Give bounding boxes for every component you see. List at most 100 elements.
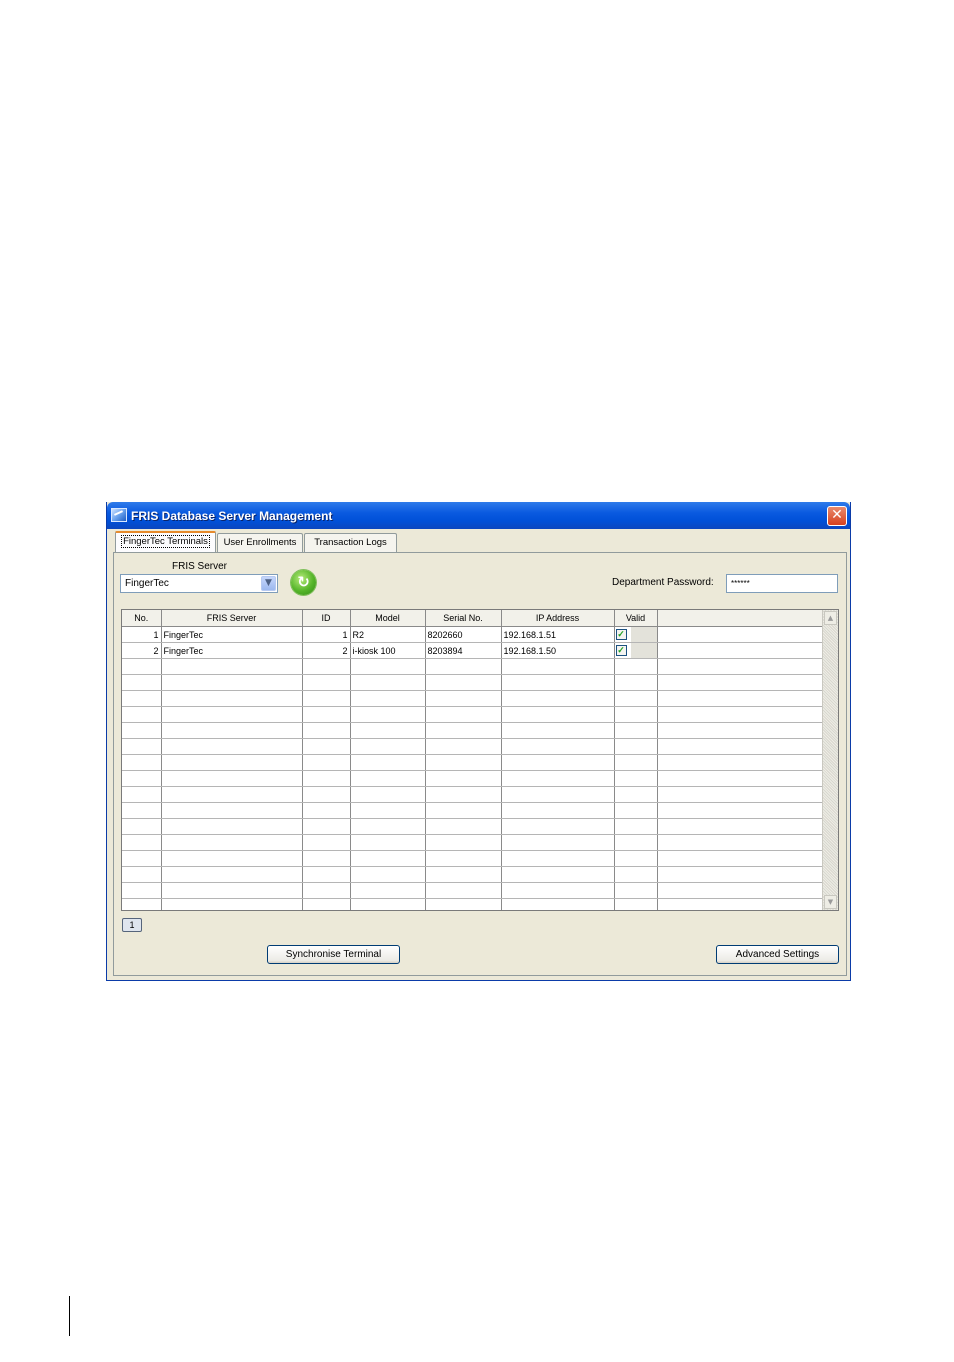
empty-cell[interactable] — [425, 754, 502, 771]
empty-cell[interactable] — [302, 882, 351, 899]
empty-cell[interactable] — [161, 786, 303, 803]
chevron-down-icon[interactable]: ▼ — [261, 576, 276, 591]
empty-cell[interactable] — [302, 786, 351, 803]
empty-cell[interactable] — [302, 738, 351, 755]
empty-table-row[interactable] — [122, 850, 823, 867]
table-row[interactable]: 1 FingerTec 1 R2 8202660 192.168.1.51 ✓ — [122, 626, 823, 643]
empty-cell[interactable] — [161, 706, 303, 723]
empty-table-row[interactable] — [122, 882, 823, 899]
empty-cell[interactable] — [614, 786, 658, 803]
empty-cell[interactable] — [122, 786, 162, 803]
empty-cell[interactable] — [161, 722, 303, 739]
empty-cell[interactable] — [501, 834, 615, 851]
empty-cell[interactable] — [302, 674, 351, 691]
empty-cell[interactable] — [501, 706, 615, 723]
empty-cell[interactable] — [350, 722, 426, 739]
empty-cell[interactable] — [425, 770, 502, 787]
empty-cell[interactable] — [501, 754, 615, 771]
empty-cell[interactable] — [501, 674, 615, 691]
empty-table-row[interactable] — [122, 658, 823, 675]
empty-cell[interactable] — [350, 754, 426, 771]
empty-cell[interactable] — [614, 850, 658, 867]
empty-cell[interactable] — [350, 898, 426, 910]
fris-server-dropdown[interactable]: FingerTec ▼ — [120, 574, 278, 593]
empty-cell[interactable] — [614, 754, 658, 771]
empty-cell[interactable] — [122, 674, 162, 691]
empty-table-row[interactable] — [122, 802, 823, 819]
empty-cell[interactable] — [425, 818, 502, 835]
empty-cell[interactable] — [302, 866, 351, 883]
empty-cell[interactable] — [425, 802, 502, 819]
empty-table-row[interactable] — [122, 738, 823, 755]
col-header-ip[interactable]: IP Address — [501, 610, 615, 627]
empty-table-row[interactable] — [122, 754, 823, 771]
empty-cell[interactable] — [122, 834, 162, 851]
empty-cell[interactable] — [161, 834, 303, 851]
col-header-valid[interactable]: Valid — [614, 610, 658, 627]
empty-cell[interactable] — [614, 738, 658, 755]
cell-no[interactable]: 2 — [122, 642, 162, 659]
empty-cell[interactable] — [122, 770, 162, 787]
empty-cell[interactable] — [614, 818, 658, 835]
empty-cell[interactable] — [302, 802, 351, 819]
empty-cell[interactable] — [350, 690, 426, 707]
empty-cell[interactable] — [350, 850, 426, 867]
empty-table-row[interactable] — [122, 706, 823, 723]
empty-cell[interactable] — [350, 738, 426, 755]
empty-cell[interactable] — [425, 738, 502, 755]
empty-cell[interactable] — [501, 690, 615, 707]
empty-cell[interactable] — [122, 898, 162, 910]
cell-no[interactable]: 1 — [122, 626, 162, 643]
empty-cell[interactable] — [161, 802, 303, 819]
empty-cell[interactable] — [161, 674, 303, 691]
empty-cell[interactable] — [501, 770, 615, 787]
close-button[interactable]: ✕ — [827, 506, 847, 526]
refresh-icon[interactable]: ↻ — [291, 570, 316, 595]
empty-cell[interactable] — [425, 882, 502, 899]
empty-cell[interactable] — [614, 658, 658, 675]
empty-cell[interactable] — [501, 818, 615, 835]
empty-cell[interactable] — [350, 834, 426, 851]
empty-cell[interactable] — [501, 898, 615, 910]
empty-cell[interactable] — [425, 786, 502, 803]
empty-cell[interactable] — [161, 738, 303, 755]
empty-cell[interactable] — [122, 802, 162, 819]
empty-cell[interactable] — [614, 770, 658, 787]
empty-cell[interactable] — [614, 898, 658, 910]
empty-cell[interactable] — [350, 818, 426, 835]
empty-cell[interactable] — [350, 786, 426, 803]
empty-table-row[interactable] — [122, 786, 823, 803]
empty-cell[interactable] — [302, 754, 351, 771]
col-header-model[interactable]: Model — [350, 610, 426, 627]
empty-cell[interactable] — [302, 818, 351, 835]
table-row[interactable]: 2 FingerTec 2 i-kiosk 100 8203894 192.16… — [122, 642, 823, 659]
col-header-id[interactable]: ID — [302, 610, 351, 627]
empty-cell[interactable] — [501, 658, 615, 675]
cell-ip[interactable]: 192.168.1.50 — [501, 642, 615, 659]
empty-cell[interactable] — [614, 722, 658, 739]
valid-checkbox[interactable]: ✓ — [615, 645, 627, 656]
cell-model[interactable]: R2 — [350, 626, 426, 643]
empty-cell[interactable] — [614, 706, 658, 723]
empty-cell[interactable] — [501, 802, 615, 819]
cell-server[interactable]: FingerTec — [161, 626, 303, 643]
empty-cell[interactable] — [350, 674, 426, 691]
empty-table-row[interactable] — [122, 674, 823, 691]
tab-fingertec-terminals[interactable]: FingerTec Terminals — [115, 531, 216, 552]
empty-cell[interactable] — [425, 834, 502, 851]
empty-cell[interactable] — [425, 674, 502, 691]
empty-cell[interactable] — [302, 658, 351, 675]
empty-cell[interactable] — [302, 706, 351, 723]
empty-cell[interactable] — [122, 706, 162, 723]
empty-cell[interactable] — [501, 722, 615, 739]
cell-valid[interactable]: ✓ — [614, 626, 658, 643]
empty-cell[interactable] — [501, 866, 615, 883]
synchronise-terminal-button[interactable]: Synchronise Terminal — [267, 945, 400, 964]
advanced-settings-button[interactable]: Advanced Settings — [716, 945, 839, 964]
cell-model[interactable]: i-kiosk 100 — [350, 642, 426, 659]
empty-cell[interactable] — [350, 770, 426, 787]
cell-id[interactable]: 2 — [302, 642, 351, 659]
empty-cell[interactable] — [161, 754, 303, 771]
cell-serial[interactable]: 8202660 — [425, 626, 502, 643]
scroll-up-icon[interactable]: ▲ — [824, 611, 837, 625]
